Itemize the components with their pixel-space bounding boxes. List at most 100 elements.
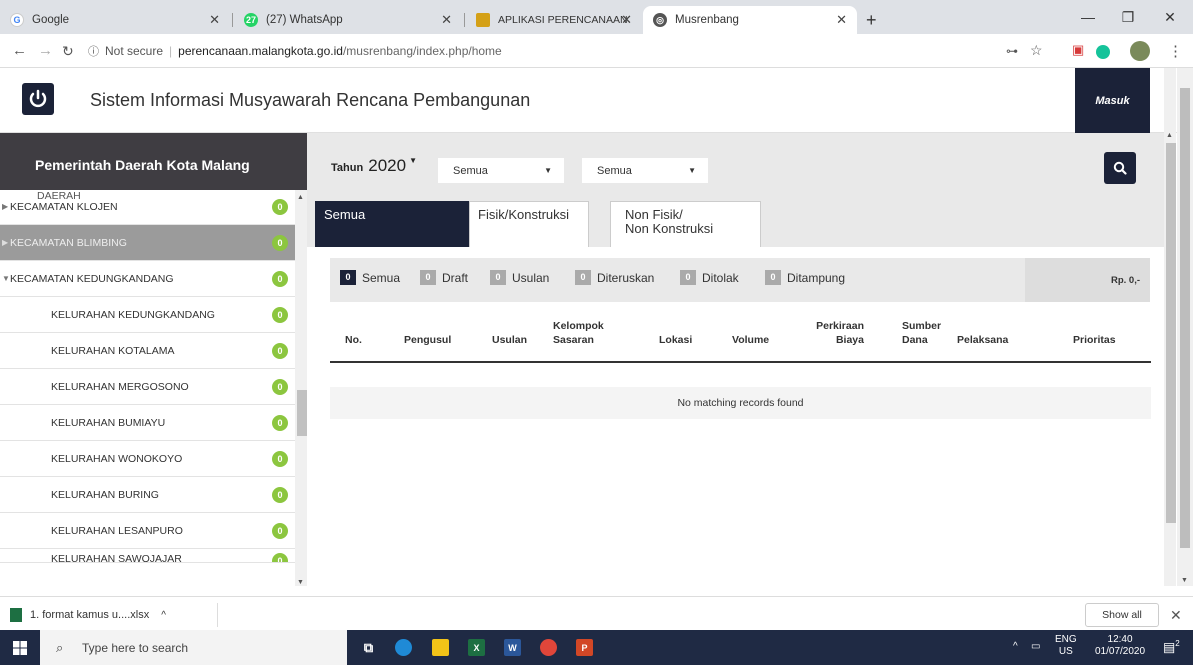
- page-scroll-thumb[interactable]: [1180, 88, 1190, 548]
- sidebar-item[interactable]: KELURAHAN LESANPURO 0: [0, 513, 295, 549]
- tab-musrenbang[interactable]: ◎ Musrenbang ✕: [643, 6, 857, 34]
- address-bar[interactable]: ⓘ Not secure | perencanaan.malangkota.go…: [88, 39, 1043, 63]
- column-header[interactable]: Pengusul: [404, 333, 474, 347]
- close-icon[interactable]: ✕: [621, 12, 632, 28]
- avatar[interactable]: [1130, 41, 1150, 61]
- tab-fisik[interactable]: Fisik/Konstruksi: [469, 201, 589, 247]
- close-icon[interactable]: ✕: [441, 12, 452, 28]
- status-filter-draft[interactable]: 0 Draft: [420, 270, 468, 285]
- caret-right-icon[interactable]: ▶: [2, 238, 8, 247]
- sidebar-scroll-thumb[interactable]: [297, 390, 307, 436]
- site-header: Sistem Informasi Musyawarah Rencana Pemb…: [0, 68, 1177, 133]
- language-indicator[interactable]: ENG US: [1055, 634, 1077, 658]
- column-header[interactable]: Pelaksana: [957, 333, 1037, 347]
- file-explorer-icon[interactable]: [432, 639, 449, 656]
- status-label: Usulan: [512, 270, 550, 285]
- column-header[interactable]: Sumber Dana: [902, 319, 952, 347]
- column-header[interactable]: Kelompok Sasaran: [553, 319, 623, 347]
- filter-select-1[interactable]: Semua ▼: [438, 158, 564, 183]
- close-icon[interactable]: ✕: [836, 12, 847, 28]
- tab-google[interactable]: G Google ✕: [0, 6, 230, 34]
- select-1-value: Semua: [453, 164, 488, 177]
- menu-dots-icon[interactable]: ⋮: [1168, 42, 1183, 60]
- sidebar-item[interactable]: ▼ KECAMATAN KEDUNGKANDANG 0: [0, 261, 295, 297]
- clock[interactable]: 12:40 01/07/2020: [1095, 634, 1145, 658]
- sidebar-item[interactable]: ▶ KECAMATAN BLIMBING 0: [0, 225, 295, 261]
- caret-down-icon: ▼: [688, 166, 696, 175]
- download-item[interactable]: 1. format kamus u....xlsx ^: [10, 603, 218, 627]
- caret-down-icon[interactable]: ▼: [2, 274, 10, 283]
- restore-button[interactable]: ❐: [1108, 4, 1148, 30]
- close-icon[interactable]: ✕: [1170, 607, 1182, 624]
- select-2-value: Semua: [597, 164, 632, 177]
- status-filter-semua[interactable]: 0 Semua: [340, 270, 400, 285]
- site-logo[interactable]: [22, 83, 54, 115]
- sidebar-item[interactable]: KELURAHAN KOTALAMA 0: [0, 333, 295, 369]
- task-view-icon[interactable]: ⧉: [360, 639, 377, 656]
- empty-message: No matching records found: [330, 387, 1151, 419]
- status-count: 0: [490, 270, 506, 285]
- column-header[interactable]: Prioritas: [1073, 333, 1143, 347]
- sidebar-item[interactable]: KELURAHAN KEDUNGKANDANG 0: [0, 297, 295, 333]
- chevron-up-icon[interactable]: ^: [161, 610, 166, 621]
- taskbar-search[interactable]: ⌕ Type here to search: [40, 630, 347, 665]
- year-filter[interactable]: Tahun 2020 ▼: [331, 156, 417, 176]
- content-scroll-thumb[interactable]: [1166, 143, 1176, 523]
- new-tab-button[interactable]: +: [866, 10, 877, 31]
- forward-arrow-icon[interactable]: →: [38, 42, 53, 59]
- excel-file-icon: [10, 608, 22, 622]
- close-window-button[interactable]: ✕: [1150, 4, 1190, 30]
- filter-select-2[interactable]: Semua ▼: [582, 158, 708, 183]
- browser-tab-strip: G Google ✕ 27 (27) WhatsApp ✕ APLIKASI P…: [0, 0, 1193, 34]
- tab-aplikasi[interactable]: APLIKASI PERENCANAAN: Login ✕: [466, 6, 642, 34]
- status-count: 0: [420, 270, 436, 285]
- minimize-button[interactable]: —: [1068, 4, 1108, 30]
- browser-toolbar: ← → ↻ ⓘ Not secure | perencanaan.malangk…: [0, 34, 1193, 68]
- sidebar-item[interactable]: KELURAHAN WONOKOYO 0: [0, 441, 295, 477]
- tab-non-fisik[interactable]: Non Fisik/ Non Konstruksi: [610, 201, 761, 247]
- chrome-icon[interactable]: [540, 639, 557, 656]
- status-filter-ditampung[interactable]: 0 Ditampung: [765, 270, 845, 285]
- sidebar-item[interactable]: KELURAHAN BURING 0: [0, 477, 295, 513]
- search-button[interactable]: [1104, 152, 1136, 184]
- page-scrollbar[interactable]: ▼: [1177, 68, 1193, 586]
- key-icon[interactable]: ⊶: [1006, 44, 1018, 58]
- back-arrow-icon[interactable]: ←: [12, 42, 27, 59]
- column-header[interactable]: Volume: [732, 333, 787, 347]
- sidebar-item[interactable]: KELURAHAN BUMIAYU 0: [0, 405, 295, 441]
- battery-icon[interactable]: ▭: [1031, 641, 1040, 652]
- column-header[interactable]: No.: [345, 333, 385, 347]
- proposal-table: No. Pengusul Usulan Kelompok Sasaran Lokasi V…: [307, 305, 1164, 586]
- windows-start-button[interactable]: [0, 630, 40, 665]
- grammarly-icon[interactable]: [1096, 45, 1110, 59]
- tab-semua[interactable]: Semua: [315, 201, 469, 247]
- notification-icon[interactable]: ▤2: [1163, 639, 1180, 655]
- extension-pocket-icon[interactable]: ▣: [1072, 42, 1084, 58]
- sidebar-item[interactable]: ▶ KECAMATAN KLOJEN 0: [0, 189, 295, 225]
- word-icon[interactable]: W: [504, 639, 521, 656]
- chevron-up-icon[interactable]: ^: [1013, 641, 1018, 652]
- star-icon[interactable]: ☆: [1030, 42, 1043, 59]
- clock-date: 01/07/2020: [1095, 646, 1146, 657]
- powerpoint-icon[interactable]: P: [576, 639, 593, 656]
- column-header[interactable]: Lokasi: [659, 333, 709, 347]
- browser-search-icon[interactable]: [395, 639, 412, 656]
- reload-icon[interactable]: ↻: [62, 43, 74, 60]
- sidebar-item[interactable]: KELURAHAN SAWOJAJAR 0: [0, 549, 295, 563]
- sidebar-item[interactable]: KELURAHAN MERGOSONO 0: [0, 369, 295, 405]
- status-count: 0: [340, 270, 356, 285]
- excel-icon[interactable]: X: [468, 639, 485, 656]
- content-scrollbar[interactable]: ▲: [1164, 68, 1176, 586]
- status-filter-ditolak[interactable]: 0 Ditolak: [680, 270, 739, 285]
- column-header[interactable]: Usulan: [492, 333, 542, 347]
- close-icon[interactable]: ✕: [209, 12, 220, 28]
- tab-whatsapp[interactable]: 27 (27) WhatsApp ✕: [234, 6, 462, 34]
- status-filter-diteruskan[interactable]: 0 Diteruskan: [575, 270, 654, 285]
- sidebar-scrollbar[interactable]: ▲ ▼: [295, 190, 307, 586]
- show-all-button[interactable]: Show all: [1085, 603, 1159, 627]
- login-button[interactable]: Masuk: [1075, 68, 1150, 133]
- column-header[interactable]: Perkiraan Biaya: [792, 319, 864, 347]
- status-filter-usulan[interactable]: 0 Usulan: [490, 270, 549, 285]
- caret-right-icon[interactable]: ▶: [2, 202, 8, 211]
- info-icon[interactable]: ⓘ: [88, 43, 99, 59]
